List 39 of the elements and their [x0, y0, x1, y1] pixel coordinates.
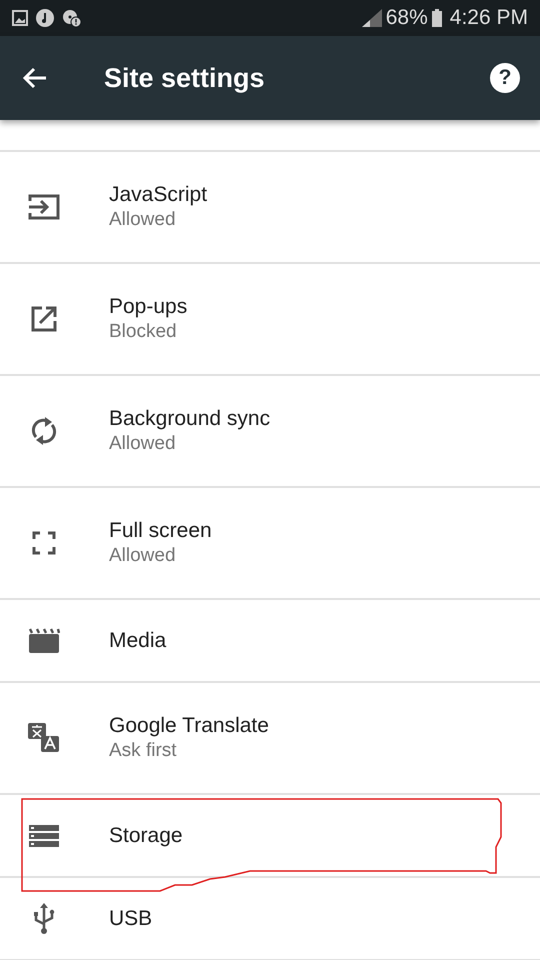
setting-status: Allowed	[109, 432, 177, 456]
settings-item[interactable]: Storage	[0, 795, 540, 878]
settings-item[interactable]: Media	[0, 600, 540, 683]
signal-icon	[362, 9, 382, 27]
setting-title: USB	[109, 906, 152, 932]
settings-item[interactable]: USB	[0, 878, 540, 960]
image-icon	[12, 10, 28, 26]
clapperboard-icon	[28, 628, 60, 654]
setting-title: Google Translate	[109, 713, 269, 739]
storage-icon	[28, 824, 60, 848]
setting-status: Allowed	[109, 208, 177, 232]
sync-icon	[31, 415, 57, 447]
clock-time: 4:26 PM	[450, 5, 528, 32]
setting-status: Blocked	[109, 320, 178, 344]
battery-percentage: 68%	[386, 5, 428, 32]
toolbar-title: Site settings	[104, 62, 265, 95]
settings-item[interactable]: Google Translate Ask first	[0, 683, 540, 795]
setting-title: Pop-ups	[109, 294, 188, 320]
help-button[interactable]: ?	[490, 63, 520, 93]
fullscreen-icon	[32, 531, 56, 555]
music-icon	[36, 9, 54, 27]
setting-title: Media	[109, 628, 166, 654]
settings-item[interactable]: Pop-ups Blocked	[0, 264, 540, 376]
sign-in-icon	[27, 193, 61, 221]
setting-title: Full screen	[109, 518, 212, 544]
setting-status: Allowed	[109, 544, 177, 568]
translate-icon	[28, 723, 60, 753]
settings-item[interactable]: Full screen Allowed	[0, 488, 540, 600]
settings-item[interactable]: JavaScript Allowed	[0, 152, 540, 264]
setting-title: JavaScript	[109, 182, 208, 208]
external-link-icon	[30, 305, 58, 333]
back-button[interactable]	[22, 66, 48, 90]
settings-item[interactable]: Background sync Allowed	[0, 376, 540, 488]
setting-status: Ask first	[109, 739, 178, 764]
battery-icon	[432, 9, 442, 27]
setting-title: Background sync	[109, 406, 270, 432]
setting-title: Storage	[109, 822, 183, 849]
usb-icon	[33, 902, 55, 934]
disc-alert-icon	[62, 9, 82, 27]
